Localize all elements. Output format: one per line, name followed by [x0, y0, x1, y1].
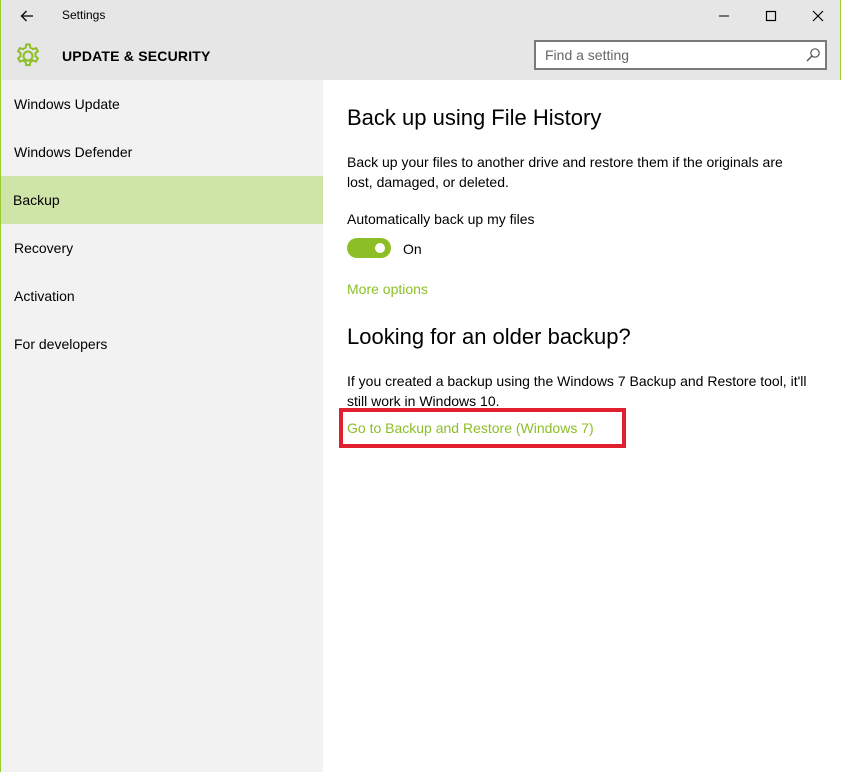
search-icon[interactable]	[805, 47, 821, 63]
sidebar-item-activation[interactable]: Activation	[1, 272, 323, 320]
close-button[interactable]	[795, 0, 841, 32]
sidebar-item-label: Activation	[14, 288, 75, 304]
back-button[interactable]	[9, 2, 45, 30]
highlight-annotation-box	[339, 408, 626, 448]
search-input[interactable]	[536, 42, 805, 68]
sidebar-nav: Windows Update Windows Defender Backup R…	[1, 80, 323, 772]
gear-icon	[16, 43, 40, 67]
window-title: Settings	[62, 8, 106, 22]
file-history-description: Back up your files to another drive and …	[347, 154, 783, 190]
settings-header: UPDATE & SECURITY	[1, 32, 840, 80]
section-title: UPDATE & SECURITY	[62, 48, 211, 64]
auto-backup-label: Automatically back up my files	[347, 211, 535, 227]
sidebar-item-backup[interactable]: Backup	[1, 176, 323, 224]
auto-backup-toggle[interactable]	[347, 238, 391, 258]
older-backup-description: If you created a backup using the Window…	[347, 373, 807, 409]
more-options-link[interactable]: More options	[347, 281, 428, 297]
minimize-button[interactable]	[701, 0, 747, 32]
sidebar-item-recovery[interactable]: Recovery	[1, 224, 323, 272]
older-backup-heading: Looking for an older backup?	[347, 324, 631, 349]
content-pane: Back up using File History Back up your …	[323, 80, 842, 772]
sidebar-item-label: For developers	[14, 336, 108, 352]
sidebar-item-windows-update[interactable]: Windows Update	[1, 80, 323, 128]
sidebar-item-windows-defender[interactable]: Windows Defender	[1, 128, 323, 176]
minimize-icon	[719, 15, 729, 17]
search-box[interactable]	[534, 40, 827, 70]
file-history-heading: Back up using File History	[347, 105, 602, 130]
settings-window: Settings UPDATE & SECURITY Find a settin…	[0, 0, 842, 772]
sidebar-item-label: Recovery	[14, 240, 74, 256]
toggle-state-label: On	[403, 241, 422, 257]
toggle-knob	[375, 243, 385, 253]
maximize-icon	[765, 10, 777, 22]
maximize-button[interactable]	[748, 0, 794, 32]
title-bar: Settings	[1, 0, 840, 32]
sidebar-item-label: Windows Defender	[14, 144, 133, 160]
sidebar-item-for-developers[interactable]: For developers	[1, 320, 323, 368]
sidebar-item-label: Backup	[13, 192, 60, 208]
back-arrow-icon	[20, 10, 33, 22]
close-icon	[812, 10, 824, 22]
sidebar-item-label: Windows Update	[14, 96, 120, 112]
